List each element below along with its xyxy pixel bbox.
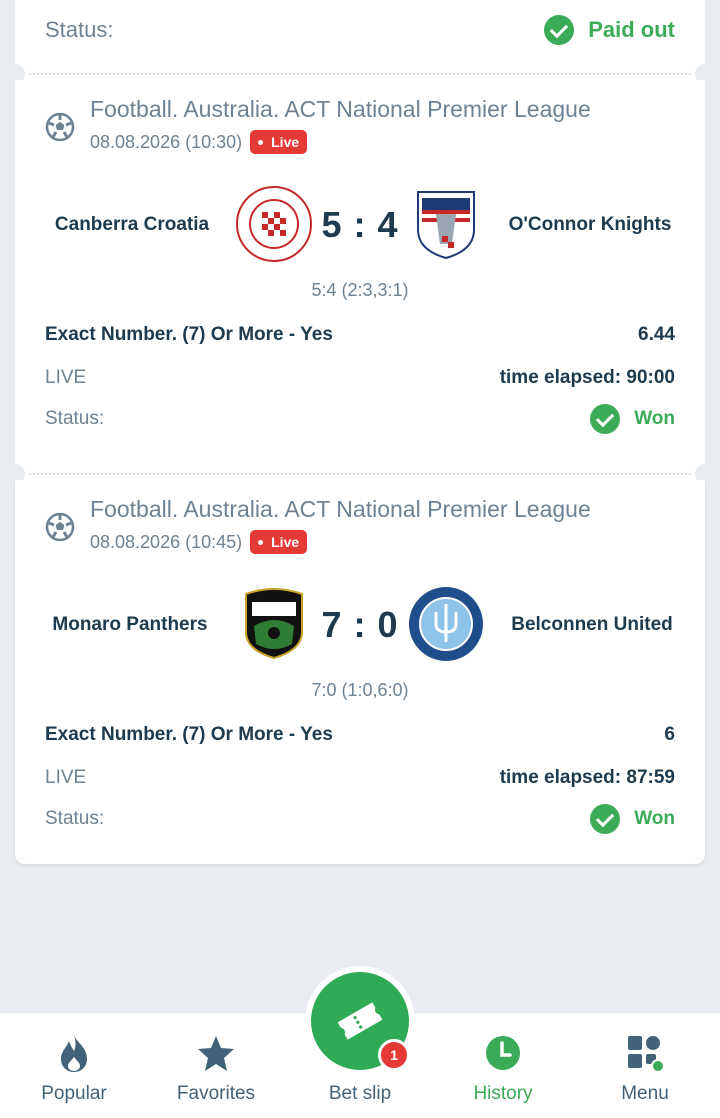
nav-popular[interactable]: Popular (2, 1013, 146, 1118)
market-row: Exact Number. (7) Or More - Yes 6.44 (45, 320, 675, 350)
period-scores: 7:0 (1:0,6:0) (311, 680, 409, 700)
market-name: Exact Number. (7) Or More - Yes (45, 324, 333, 345)
nav-label-popular: Popular (41, 1083, 107, 1104)
canberra-croatia-logo (236, 186, 312, 262)
status-label: Status: (45, 808, 105, 829)
date-text: 08.08.2026 (10:45) (90, 531, 243, 552)
bet-card[interactable]: Football. Australia. ACT National Premie… (15, 480, 705, 864)
previous-bet-card: Status: Paid out (15, 0, 705, 68)
ticket-icon (337, 1002, 383, 1040)
time-row: LIVE time elapsed: 90:00 (45, 363, 675, 393)
league-title: Football. Australia. ACT National Premie… (90, 96, 591, 122)
status-label: Status: (45, 408, 105, 429)
bet-card[interactable]: Football. Australia. ACT National Premie… (15, 80, 705, 468)
soccer-ball-icon (45, 512, 75, 542)
home-team-name: Canberra Croatia (54, 214, 210, 235)
status-value: Won (634, 408, 675, 429)
time-elapsed: time elapsed: 87:59 (499, 767, 675, 788)
match-date: 08.08.2026 (10:45) Live (90, 530, 308, 554)
status-label: Status: (45, 17, 114, 42)
check-circle-icon (590, 804, 621, 834)
nav-label-betslip: Bet slip (328, 1083, 392, 1104)
ticket-divider (5, 464, 715, 484)
star-icon (198, 1036, 234, 1071)
flame-icon (61, 1035, 87, 1072)
soccer-ball-icon (45, 112, 75, 142)
menu-grid-icon (628, 1036, 665, 1073)
status-row: Status: Paid out (45, 12, 675, 48)
check-circle-icon (590, 404, 621, 434)
ticket-divider (5, 64, 715, 84)
phase-label: LIVE (45, 767, 87, 788)
nav-label-history: History (473, 1083, 533, 1104)
phase-label: LIVE (45, 367, 87, 388)
nav-menu[interactable]: Menu (573, 1013, 717, 1118)
period-scores: 5:4 (2:3,3:1) (311, 280, 409, 300)
market-row: Exact Number. (7) Or More - Yes 6 (45, 720, 675, 750)
monaro-panthers-logo (245, 588, 303, 660)
nav-history[interactable]: History (431, 1013, 575, 1118)
match-score: 5 : 4 (321, 204, 399, 245)
time-row: LIVE time elapsed: 87:59 (45, 763, 675, 793)
time-elapsed: time elapsed: 90:00 (499, 367, 675, 388)
home-team-name: Monaro Panthers (52, 614, 208, 635)
odds-value: 6 (664, 724, 675, 745)
clock-icon (486, 1036, 520, 1070)
status-value: Won (634, 808, 675, 829)
live-badge: Live (250, 130, 308, 154)
match-date: 08.08.2026 (10:30) Live (90, 130, 308, 154)
away-team-name: O'Connor Knights (508, 214, 672, 235)
check-circle-icon (544, 15, 575, 45)
oconnor-knights-logo (417, 191, 475, 260)
status-row: Status: Won (45, 403, 675, 435)
market-name: Exact Number. (7) Or More - Yes (45, 724, 333, 745)
status-value-wrap: Paid out (544, 15, 675, 45)
status-value-wrap: Won (590, 404, 675, 434)
date-text: 08.08.2026 (10:30) (90, 131, 243, 152)
nav-label-favorites: Favorites (176, 1083, 256, 1104)
betslip-count-badge: 1 (378, 1039, 410, 1071)
nav-favorites[interactable]: Favorites (144, 1013, 288, 1118)
status-value-wrap: Won (590, 804, 675, 834)
odds-value: 6.44 (638, 324, 675, 345)
match-score: 7 : 0 (321, 604, 399, 645)
live-badge: Live (250, 530, 308, 554)
status-row: Status: Won (45, 803, 675, 835)
belconnen-united-logo (409, 587, 483, 661)
status-value: Paid out (588, 17, 675, 42)
nav-label-menu: Menu (621, 1083, 669, 1104)
away-team-name: Belconnen United (511, 614, 673, 635)
league-title: Football. Australia. ACT National Premie… (90, 496, 591, 522)
